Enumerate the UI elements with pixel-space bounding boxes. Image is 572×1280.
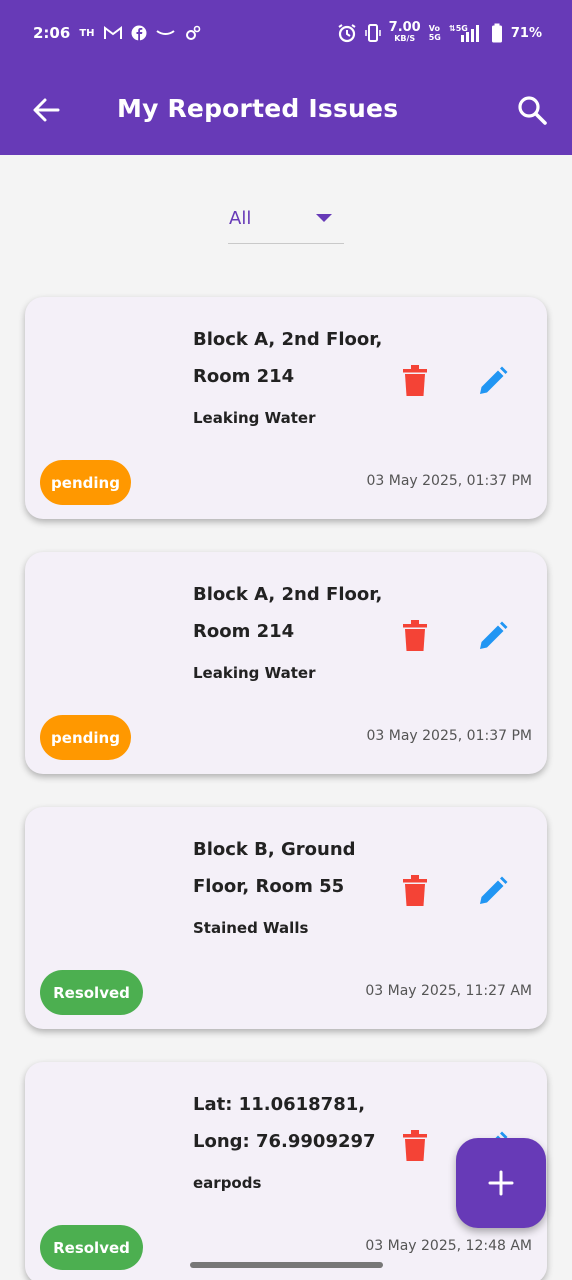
issue-date: 03 May 2025, 12:48 AM [365, 1238, 532, 1254]
status-badge: Resolved [40, 1225, 143, 1270]
trash-icon[interactable] [403, 365, 427, 396]
battery-level: 71% [510, 25, 542, 41]
signal-icon: ⇅5G [449, 24, 479, 42]
issue-location: Lat: 11.0618781, Long: 76.9909297 [193, 1094, 376, 1152]
battery-icon [491, 23, 502, 43]
issue-location: Block B, Ground Floor, Room 55 [193, 839, 356, 897]
status-filter-dropdown[interactable]: All [228, 196, 344, 244]
status-bar: 2:06 TH 7.00 KB/S Vo 5G ⇅5G 71% [0, 0, 572, 66]
trash-icon[interactable] [403, 1130, 427, 1161]
svg-text:⇅5G: ⇅5G [449, 24, 468, 33]
pencil-icon[interactable] [477, 365, 509, 397]
status-badge: pending [40, 715, 131, 760]
issue-location: Block A, 2nd Floor, Room 214 [193, 584, 383, 642]
issue-date: 03 May 2025, 01:37 PM [366, 728, 532, 744]
issue-description: Leaking Water [193, 409, 316, 427]
issue-card[interactable]: Block B, Ground Floor, Room 55 Stained W… [25, 807, 547, 1029]
volte-indicator: Vo 5G [428, 24, 441, 42]
vibrate-icon [364, 24, 381, 42]
plus-icon [488, 1170, 514, 1196]
status-badge: Resolved [40, 970, 143, 1015]
filter-selected-value: All [229, 208, 252, 229]
trash-icon[interactable] [403, 620, 427, 651]
carrier-tag: TH [79, 27, 95, 39]
search-icon[interactable] [516, 94, 548, 126]
status-badge: pending [40, 460, 131, 505]
app-bar: My Reported Issues [0, 66, 572, 155]
trash-icon[interactable] [403, 875, 427, 906]
caret-down-icon [316, 214, 332, 222]
settings-notification-icon [185, 25, 200, 40]
net-speed: 7.00 KB/S [388, 20, 421, 43]
issue-card[interactable]: Block A, 2nd Floor, Room 214 Leaking Wat… [25, 552, 547, 774]
issue-description: earpods [193, 1174, 262, 1192]
add-issue-button[interactable] [456, 1138, 546, 1228]
issue-date: 03 May 2025, 01:37 PM [366, 473, 532, 489]
gmail-icon [103, 26, 122, 39]
amazon-icon [155, 30, 175, 35]
facebook-icon [131, 25, 147, 41]
status-time: 2:06 [33, 24, 71, 42]
issue-date: 03 May 2025, 11:27 AM [365, 983, 532, 999]
home-indicator[interactable] [190, 1262, 383, 1268]
issue-description: Stained Walls [193, 919, 309, 937]
pencil-icon[interactable] [477, 875, 509, 907]
page-title: My Reported Issues [117, 94, 399, 123]
issue-location: Block A, 2nd Floor, Room 214 [193, 329, 383, 387]
arrow-left-icon[interactable] [30, 94, 62, 126]
alarm-icon [338, 24, 356, 43]
issue-card[interactable]: Block A, 2nd Floor, Room 214 Leaking Wat… [25, 297, 547, 519]
issue-description: Leaking Water [193, 664, 316, 682]
pencil-icon[interactable] [477, 620, 509, 652]
